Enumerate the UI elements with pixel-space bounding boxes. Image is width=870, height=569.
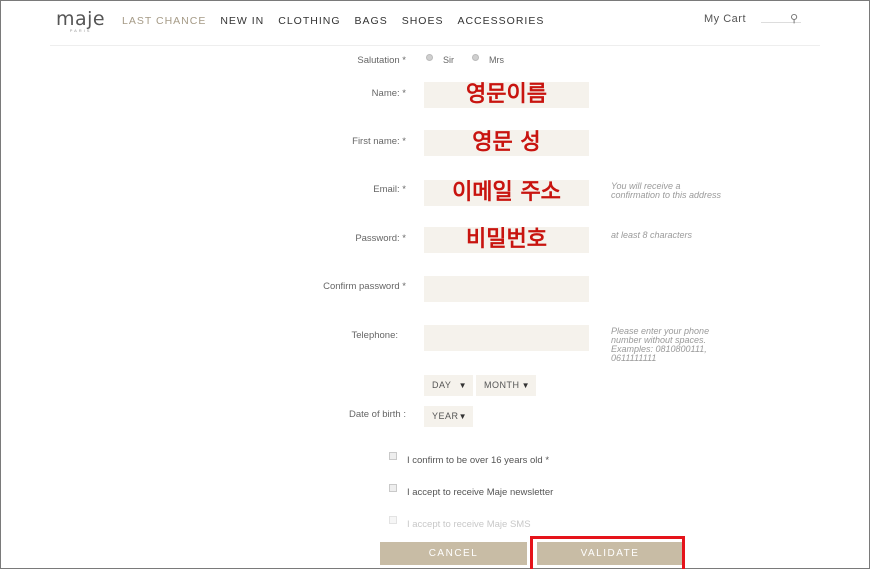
first-name-input[interactable]: 영문 성 (424, 130, 589, 156)
month-select[interactable]: MONTH ▼ (476, 375, 536, 396)
nav-item-bags[interactable]: BAGS (355, 15, 388, 27)
sms-checkbox[interactable] (389, 516, 397, 524)
dob-label: Date of birth : (348, 409, 406, 420)
cancel-button[interactable]: CANCEL (380, 542, 527, 565)
telephone-hint: Please enter your phone number without s… (611, 326, 710, 363)
day-select-value: DAY (432, 380, 452, 390)
newsletter-checkbox[interactable] (389, 484, 397, 492)
salutation-sir-radio[interactable] (426, 54, 433, 61)
chevron-down-icon: ▼ (521, 381, 530, 390)
month-select-value: MONTH (484, 380, 520, 390)
confirm-password-input[interactable] (424, 276, 589, 302)
confirm-password-label: Confirm password * (323, 281, 406, 292)
first-name-label: First name: * (352, 136, 406, 147)
year-select-value: YEAR (432, 411, 459, 421)
main-nav: LAST CHANCE NEW IN CLOTHING BAGS SHOES A… (122, 15, 558, 27)
salutation-mrs-radio[interactable] (472, 54, 479, 61)
logo-text: maje (56, 8, 106, 30)
nav-item-last-chance[interactable]: LAST CHANCE (122, 15, 206, 27)
password-input[interactable]: 비밀번호 (424, 227, 589, 253)
salutation-mrs-label: Mrs (489, 55, 504, 65)
chevron-down-icon: ▼ (458, 381, 467, 390)
email-hint: You will receive a confirmation to this … (611, 181, 722, 200)
age-checkbox[interactable] (389, 452, 397, 460)
newsletter-checkbox-label: I accept to receive Maje newsletter (407, 487, 554, 498)
email-label: Email: * (373, 184, 406, 195)
validate-highlight-box (530, 536, 685, 569)
nav-item-new-in[interactable]: NEW IN (220, 15, 264, 27)
cart-link[interactable]: My Cart (704, 13, 746, 25)
email-input[interactable]: 이메일 주소 (424, 180, 589, 206)
password-hint: at least 8 characters (611, 230, 693, 240)
day-select[interactable]: DAY ▼ (424, 375, 473, 396)
name-input[interactable]: 영문이름 (424, 82, 589, 108)
nav-item-clothing[interactable]: CLOTHING (278, 15, 340, 27)
chevron-down-icon: ▼ (458, 412, 467, 421)
logo[interactable]: maje PARIS (56, 9, 105, 33)
year-select[interactable]: YEAR ▼ (424, 406, 473, 427)
telephone-label: Telephone: (351, 330, 398, 341)
telephone-input[interactable] (424, 325, 589, 351)
password-label: Password: * (355, 233, 406, 244)
nav-item-shoes[interactable]: SHOES (402, 15, 444, 27)
salutation-label: Salutation * (357, 55, 406, 66)
nav-item-accessories[interactable]: ACCESSORIES (457, 15, 544, 27)
sms-checkbox-label: I accept to receive Maje SMS (407, 519, 531, 530)
age-checkbox-label: I confirm to be over 16 years old * (407, 455, 550, 466)
search-icon[interactable]: ⚲ (790, 12, 798, 25)
salutation-sir-label: Sir (443, 55, 454, 65)
header-divider (50, 45, 820, 46)
name-label: Name: * (371, 88, 406, 99)
